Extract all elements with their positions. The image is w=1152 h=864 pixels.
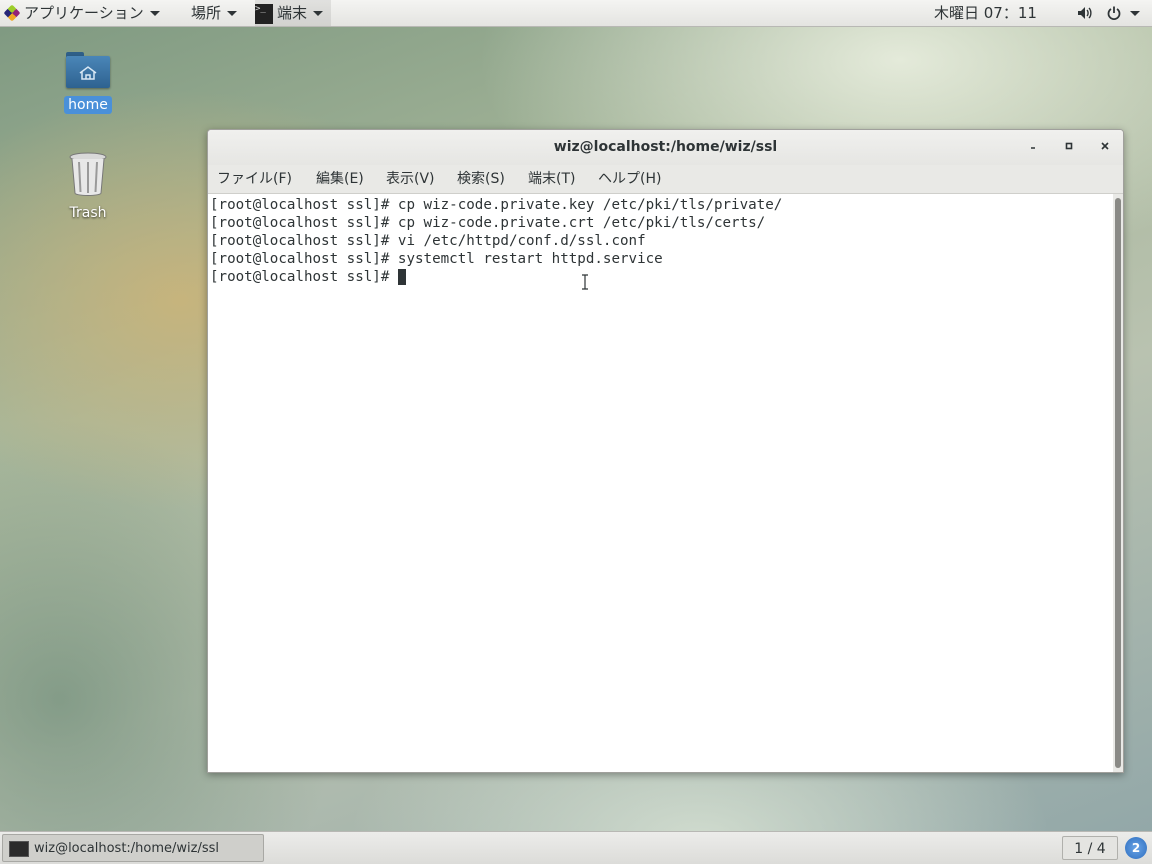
places-menu[interactable]: 場所 [191,0,238,26]
menu-file[interactable]: ファイル(F) [217,165,292,194]
menu-search[interactable]: 検索(S) [457,165,505,194]
places-label: 場所 [191,4,222,22]
menu-edit[interactable]: 編集(E) [316,165,364,194]
system-menu-chevron-icon[interactable] [1130,0,1140,26]
applications-logo-icon [3,4,21,21]
active-app-menu[interactable]: >_ 端末 [255,0,332,26]
chevron-down-icon [227,11,238,16]
menu-terminal[interactable]: 端末(T) [528,165,575,194]
help-badge[interactable]: 2 [1125,837,1147,859]
close-button[interactable] [1097,139,1113,155]
volume-icon[interactable] [1076,0,1094,26]
bottom-panel: wiz@localhost:/home/wiz/ssl 1 / 4 2 [0,831,1152,864]
applications-menu[interactable]: アプリケーション [3,0,160,26]
scrollbar-thumb[interactable] [1115,198,1121,768]
desktop-home-folder[interactable]: home [53,52,123,114]
terminal-output[interactable]: [root@localhost ssl]# cp wiz-code.privat… [208,194,1113,772]
text-cursor [397,269,406,285]
terminal-line: [root@localhost ssl]# systemctl restart … [210,251,663,267]
menu-help[interactable]: ヘルプ(H) [598,165,661,194]
menubar: ファイル(F) 編集(E) 表示(V) 検索(S) 端末(T) ヘルプ(H) [208,165,1123,194]
power-icon[interactable] [1106,0,1122,26]
chevron-down-icon [149,11,160,16]
terminal-prompt: [root@localhost ssl]# [210,269,398,285]
terminal-line: [root@localhost ssl]# vi /etc/httpd/conf… [210,233,646,249]
terminal-window: wiz@localhost:/home/wiz/ssl ファイル(F) 編集(E… [207,129,1124,773]
terminal-line: [root@localhost ssl]# cp wiz-code.privat… [210,197,783,213]
top-panel: アプリケーション 場所 >_ 端末 木曜日 07：11 [0,0,1152,27]
home-label: home [64,96,112,114]
terminal-line: [root@localhost ssl]# cp wiz-code.privat… [210,215,766,231]
task-label: wiz@localhost:/home/wiz/ssl [34,841,220,856]
trash-label: Trash [69,205,107,221]
active-app-label: 端末 [277,4,308,22]
terminal-prompt-line: [root@localhost ssl]# [210,268,406,286]
ibeam-cursor-icon [582,274,588,290]
terminal-app-icon: >_ [255,3,273,24]
trash-icon [68,152,108,197]
home-folder-icon [66,52,110,88]
window-title: wiz@localhost:/home/wiz/ssl [553,139,778,155]
terminal-icon [9,840,29,857]
maximize-button[interactable] [1061,139,1077,155]
window-titlebar[interactable]: wiz@localhost:/home/wiz/ssl [208,130,1123,165]
taskbar-window-button[interactable]: wiz@localhost:/home/wiz/ssl [2,834,264,862]
menu-view[interactable]: 表示(V) [386,165,435,194]
chevron-down-icon [313,11,324,16]
minimize-button[interactable] [1025,139,1041,155]
scrollbar[interactable] [1113,194,1123,772]
clock[interactable]: 木曜日 07：11 [934,0,1037,26]
applications-label: アプリケーション [24,4,144,22]
workspace-switcher[interactable]: 1 / 4 [1062,836,1118,860]
desktop-trash[interactable]: Trash [53,152,123,222]
